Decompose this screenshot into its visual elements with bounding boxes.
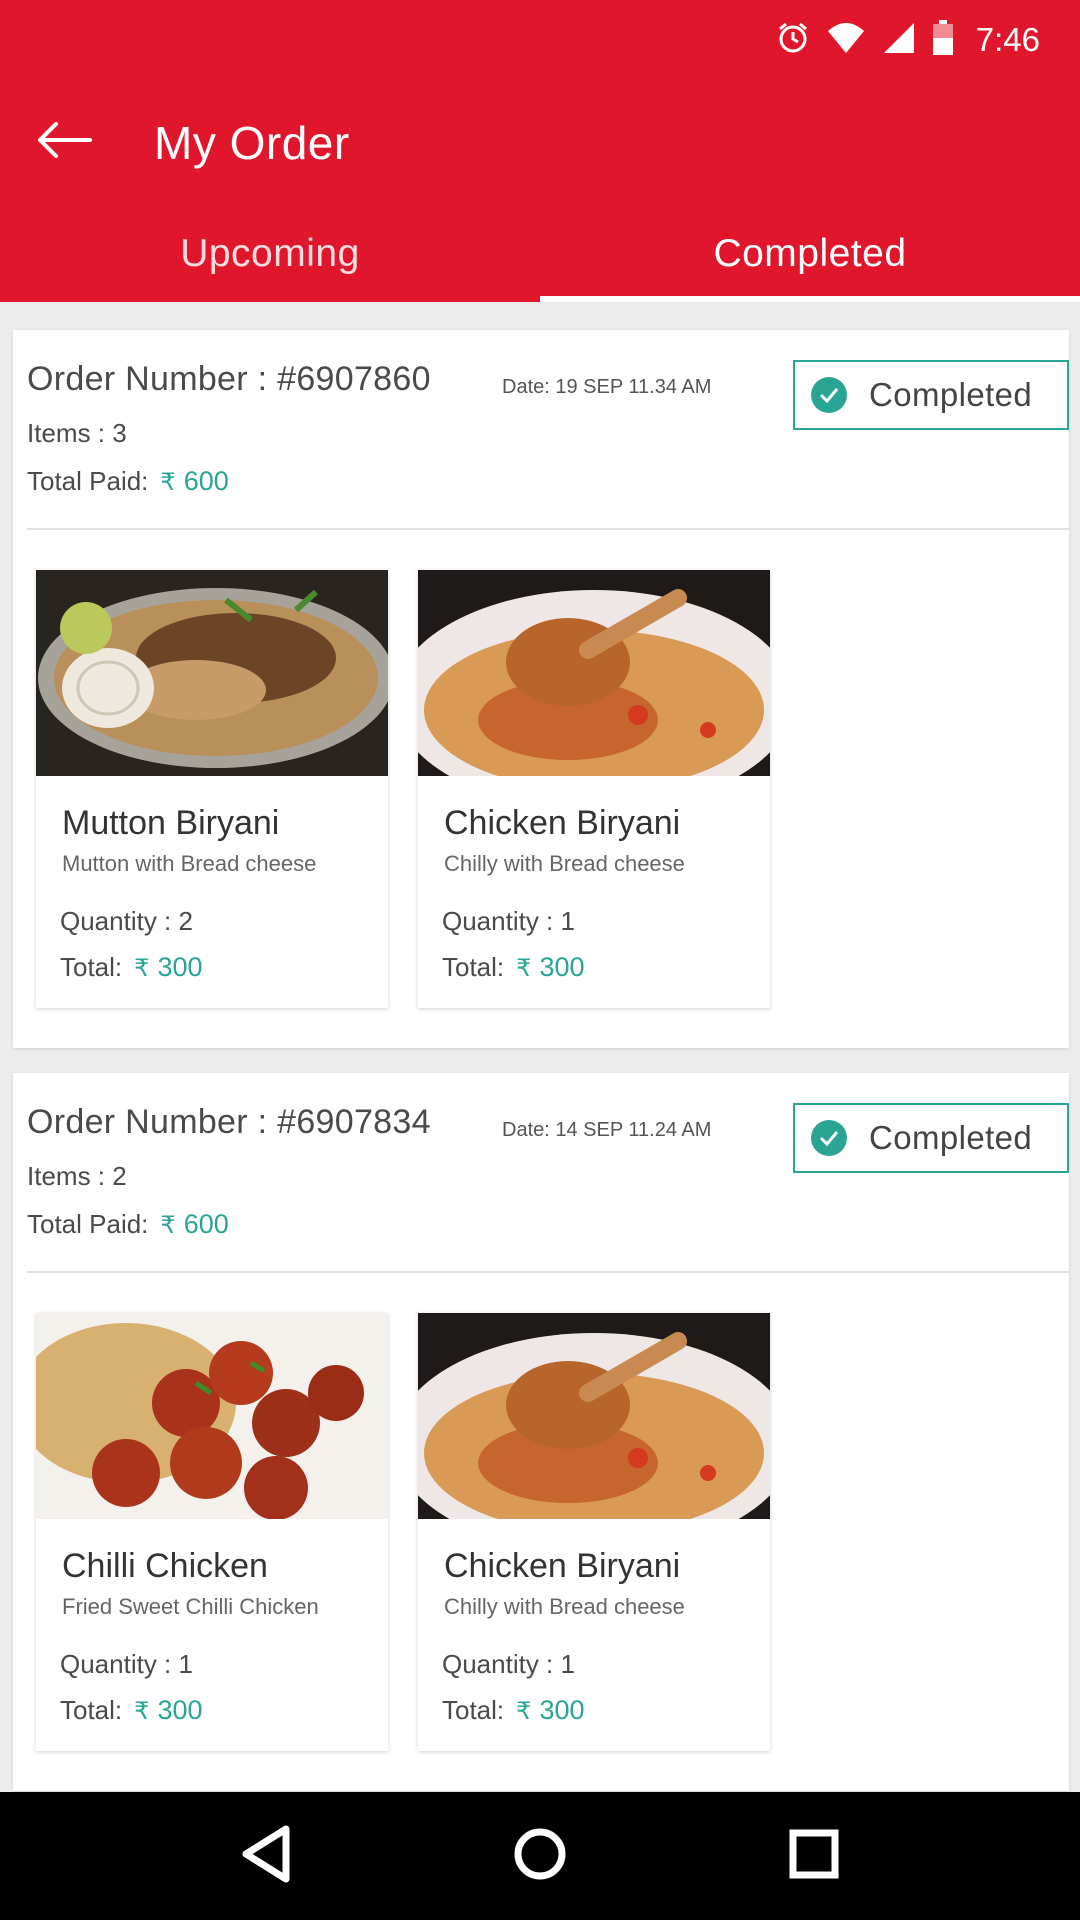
total-paid-label: Total Paid: xyxy=(27,1209,149,1239)
product-description: Mutton with Bread cheese xyxy=(62,851,317,876)
total-paid-amount: ₹600 xyxy=(160,1209,229,1239)
nav-recents-button[interactable] xyxy=(774,1818,854,1894)
completed-status-button[interactable]: Completed xyxy=(793,1103,1069,1173)
order-items-row: Chilli Chicken Fried Sweet Chilli Chicke… xyxy=(13,1273,1069,1791)
rupee-icon: ₹ xyxy=(134,955,150,982)
order-total-paid: Total Paid: ₹600 xyxy=(27,1209,229,1240)
product-total-amount: ₹300 xyxy=(516,952,585,982)
order-item-count: Items : 3 xyxy=(27,418,127,448)
tab-completed[interactable]: Completed xyxy=(540,205,1080,302)
product-card[interactable]: Chicken Biryani Chilly with Bread cheese… xyxy=(418,570,770,1008)
nav-home-button[interactable] xyxy=(500,1818,580,1894)
chicken-biryani-image xyxy=(418,570,770,776)
order-item-count: Items : 2 xyxy=(27,1161,127,1191)
product-name: Mutton Biryani xyxy=(62,804,280,842)
rupee-icon: ₹ xyxy=(516,1698,532,1725)
product-quantity: Quantity : 1 xyxy=(60,1649,193,1679)
app-bar: 7:46 My Order Upcoming Completed xyxy=(0,0,1080,302)
nav-back-button[interactable] xyxy=(226,1818,306,1894)
check-circle-icon xyxy=(811,1120,847,1156)
order-card: Order Number : #6907860 Date: 19 SEP 11.… xyxy=(13,330,1069,1048)
order-header: Order Number : #6907860 Date: 19 SEP 11.… xyxy=(27,330,1069,530)
product-card[interactable]: Chilli Chicken Fried Sweet Chilli Chicke… xyxy=(36,1313,388,1751)
rupee-icon: ₹ xyxy=(160,1212,176,1239)
alarm-icon xyxy=(776,21,810,60)
product-quantity: Quantity : 1 xyxy=(442,906,575,936)
tab-bar: Upcoming Completed xyxy=(0,205,1080,302)
rupee-icon: ₹ xyxy=(134,1698,150,1725)
mutton-biryani-image xyxy=(36,570,388,776)
product-total: Total: ₹300 xyxy=(442,952,585,983)
total-paid-amount: ₹600 xyxy=(160,466,229,496)
product-description: Chilly with Bread cheese xyxy=(444,851,685,876)
nav-back-icon xyxy=(238,1824,294,1889)
product-description: Chilly with Bread cheese xyxy=(444,1594,685,1619)
tab-upcoming[interactable]: Upcoming xyxy=(0,205,540,302)
product-total: Total: ₹300 xyxy=(442,1695,585,1726)
page-title: My Order xyxy=(154,117,350,169)
product-total-amount: ₹300 xyxy=(516,1695,585,1725)
product-card[interactable]: Mutton Biryani Mutton with Bread cheese … xyxy=(36,570,388,1008)
product-quantity: Quantity : 1 xyxy=(442,1649,575,1679)
product-total-amount: ₹300 xyxy=(134,1695,203,1725)
product-total-label: Total: xyxy=(60,952,123,982)
nav-home-icon xyxy=(512,1826,568,1887)
order-number: Order Number : #6907860 xyxy=(27,360,431,398)
nav-recents-icon xyxy=(788,1828,840,1885)
product-total-amount: ₹300 xyxy=(134,952,203,982)
product-name: Chilli Chicken xyxy=(62,1547,268,1585)
order-card: Order Number : #6907834 Date: 14 SEP 11.… xyxy=(13,1073,1069,1791)
system-nav-bar xyxy=(0,1792,1080,1920)
check-circle-icon xyxy=(811,377,847,413)
product-total-label: Total: xyxy=(442,1695,505,1725)
status-icons: 7:46 xyxy=(776,18,1040,62)
chilli-chicken-image xyxy=(36,1313,388,1519)
wifi-icon xyxy=(826,21,866,60)
order-total-paid: Total Paid: ₹600 xyxy=(27,466,229,497)
status-time: 7:46 xyxy=(975,21,1040,58)
battery-icon xyxy=(932,19,954,61)
product-quantity: Quantity : 2 xyxy=(60,906,193,936)
product-total-label: Total: xyxy=(60,1695,123,1725)
back-button[interactable] xyxy=(26,110,102,174)
product-description: Fried Sweet Chilli Chicken xyxy=(62,1594,319,1619)
status-label: Completed xyxy=(869,1119,1033,1156)
total-paid-label: Total Paid: xyxy=(27,466,149,496)
signal-icon xyxy=(882,21,916,60)
back-arrow-icon xyxy=(36,121,92,163)
order-date: Date: 19 SEP 11.34 AM xyxy=(502,376,712,398)
product-total: Total: ₹300 xyxy=(60,1695,203,1726)
order-date: Date: 14 SEP 11.24 AM xyxy=(502,1119,712,1141)
order-items-row: Mutton Biryani Mutton with Bread cheese … xyxy=(13,530,1069,1048)
order-number: Order Number : #6907834 xyxy=(27,1103,431,1141)
status-bar: 7:46 xyxy=(0,0,1080,80)
toolbar: My Order xyxy=(0,80,1080,205)
product-card[interactable]: Chicken Biryani Chilly with Bread cheese… xyxy=(418,1313,770,1751)
completed-status-button[interactable]: Completed xyxy=(793,360,1069,430)
order-header: Order Number : #6907834 Date: 14 SEP 11.… xyxy=(27,1073,1069,1273)
product-name: Chicken Biryani xyxy=(444,804,681,842)
rupee-icon: ₹ xyxy=(160,469,176,496)
chicken-biryani-image xyxy=(418,1313,770,1519)
status-label: Completed xyxy=(869,376,1033,413)
product-total-label: Total: xyxy=(442,952,505,982)
product-total: Total: ₹300 xyxy=(60,952,203,983)
product-name: Chicken Biryani xyxy=(444,1547,681,1585)
rupee-icon: ₹ xyxy=(516,955,532,982)
